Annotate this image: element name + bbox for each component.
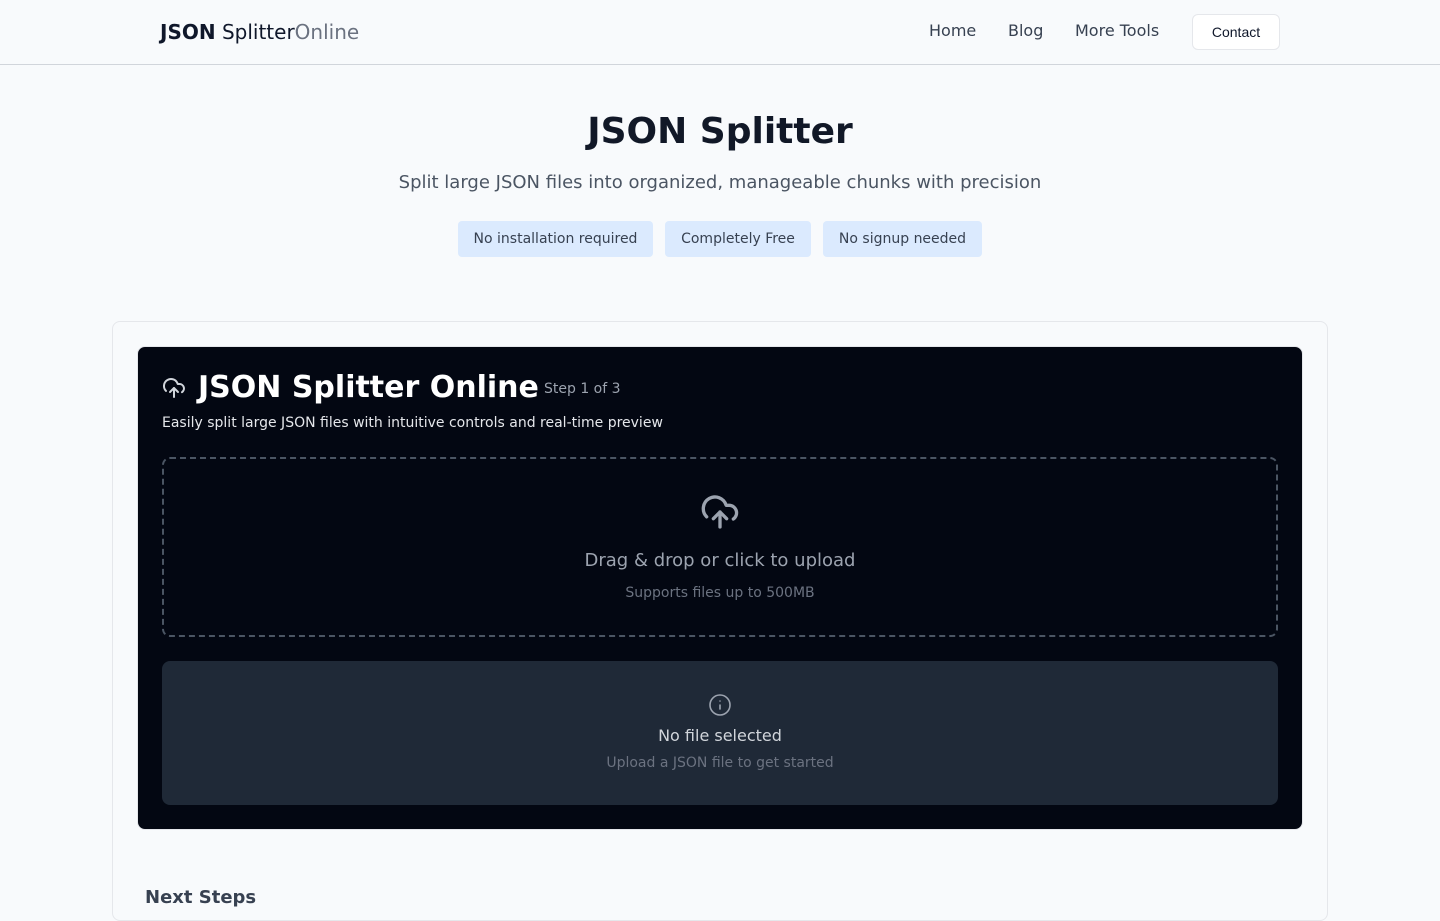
- badge-free: Completely Free: [665, 221, 811, 257]
- site-header: JSON SplitterOnline Home Blog More Tools…: [0, 0, 1440, 65]
- nav-more-tools[interactable]: More Tools: [1075, 20, 1159, 42]
- logo-light: Online: [294, 20, 360, 44]
- cloud-upload-icon: [163, 378, 185, 398]
- page-subtitle: Split large JSON files into organized, m…: [398, 172, 1042, 193]
- logo-main: Splitter: [221, 20, 295, 44]
- file-status-title: No file selected: [658, 726, 782, 745]
- logo-bold: JSON: [160, 20, 216, 44]
- file-dropzone[interactable]: [162, 457, 1278, 637]
- file-status-subtitle: Upload a JSON file to get started: [606, 755, 834, 771]
- nav-home[interactable]: Home: [929, 20, 976, 42]
- dropzone-text: Drag & drop or click to upload: [584, 550, 856, 571]
- step-indicator: Step 1 of 3: [544, 381, 621, 397]
- page-title: JSON Splitter: [587, 111, 853, 152]
- info-icon: [709, 694, 731, 716]
- nav-blog[interactable]: Blog: [1008, 20, 1043, 42]
- contact-button[interactable]: Contact: [1192, 14, 1280, 50]
- panel-title: JSON Splitter Online: [198, 370, 539, 405]
- upload-cloud-icon: [701, 495, 739, 529]
- badge-no-installation: No installation required: [458, 221, 653, 257]
- dropzone-subtext: Supports files up to 500MB: [625, 585, 815, 601]
- site-logo[interactable]: JSON SplitterOnline: [160, 19, 359, 45]
- next-steps-heading: Next Steps: [145, 887, 257, 908]
- badge-no-signup: No signup needed: [823, 221, 982, 257]
- panel-description: Easily split large JSON files with intui…: [162, 415, 663, 431]
